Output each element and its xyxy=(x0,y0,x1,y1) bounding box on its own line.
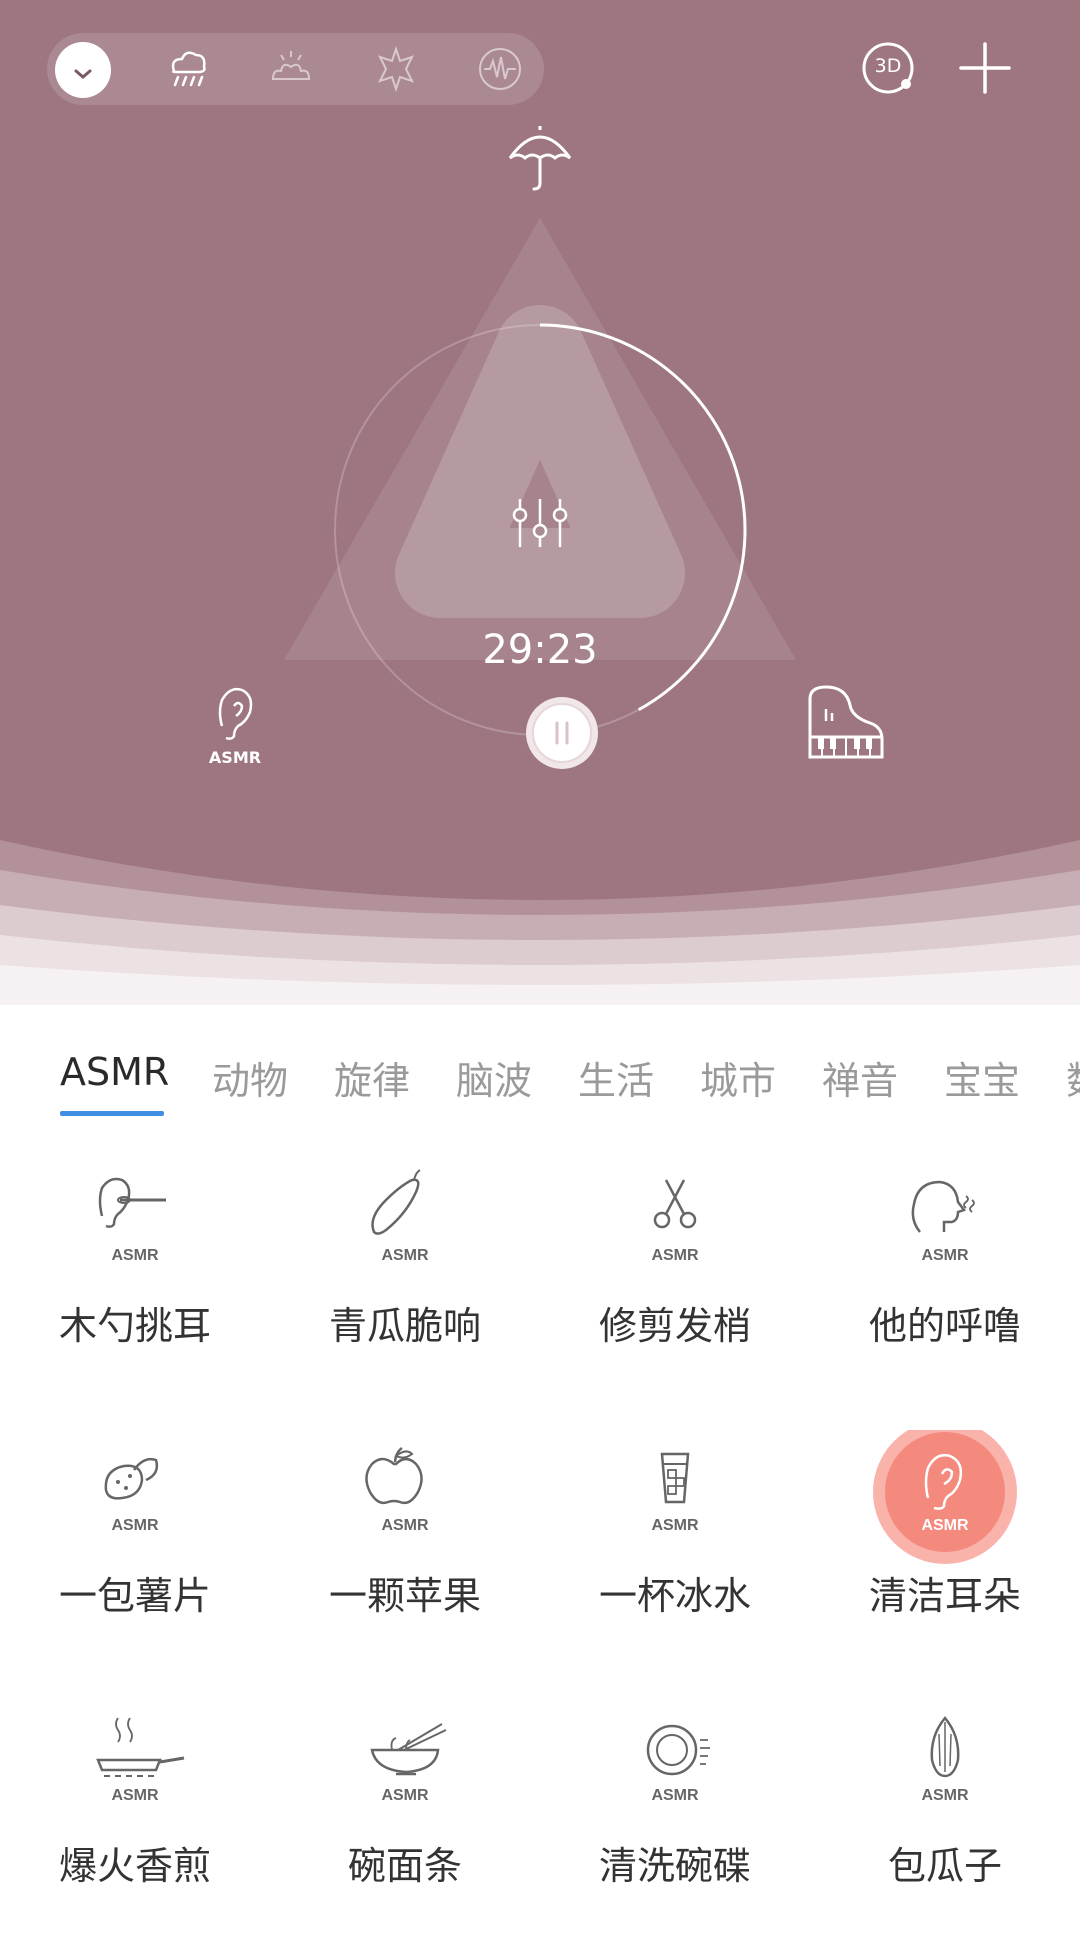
piano-icon[interactable] xyxy=(806,683,886,763)
scissors-icon: ASMR xyxy=(600,1160,750,1310)
sound-label: 清洁耳朵 xyxy=(868,1574,1021,1618)
tab-active-indicator xyxy=(60,1111,164,1116)
plate-icon: ASMR xyxy=(600,1700,750,1850)
umbrella-icon[interactable] xyxy=(500,120,580,200)
plus-icon[interactable] xyxy=(955,38,1015,98)
sound-item[interactable]: ASMR 他的呼噜 xyxy=(810,1160,1080,1420)
asmr-tag: ASMR xyxy=(921,1517,969,1534)
potato-chips-icon: ASMR xyxy=(60,1430,210,1580)
sound-label: 爆火香煎 xyxy=(58,1844,211,1888)
sunflower-seed-icon: ASMR xyxy=(870,1700,1020,1850)
sound-item[interactable]: ASMR 清洗碗碟 xyxy=(540,1700,810,1960)
snoring-head-icon: ASMR xyxy=(870,1160,1020,1310)
tab-2[interactable]: 旋律 xyxy=(334,1050,410,1105)
asmr-tag: ASMR xyxy=(651,1787,699,1804)
asmr-tag: ASMR xyxy=(651,1517,699,1534)
mode-selector xyxy=(47,33,544,105)
ice-water-icon: ASMR xyxy=(600,1430,750,1580)
tab-0[interactable]: ASMR xyxy=(60,1050,169,1094)
sound-item[interactable]: ASMR 一杯冰水 xyxy=(540,1430,810,1690)
tab-5[interactable]: 城市 xyxy=(700,1050,776,1105)
sound-label: 他的呼噜 xyxy=(868,1304,1021,1348)
sound-slot-left[interactable]: ASMR xyxy=(200,682,270,772)
asmr-tag: ASMR xyxy=(381,1787,429,1804)
3d-audio-button[interactable]: 3D xyxy=(858,38,918,98)
asmr-tag: ASMR xyxy=(111,1247,159,1264)
chevron-down-icon[interactable] xyxy=(53,39,113,99)
sound-item[interactable]: ASMR 一颗苹果 xyxy=(270,1430,540,1690)
sound-label: 一杯冰水 xyxy=(598,1574,751,1618)
asmr-tag: ASMR xyxy=(921,1787,969,1804)
asmr-tag: ASMR xyxy=(651,1247,699,1264)
sound-label: 一颗苹果 xyxy=(328,1574,481,1618)
player-hero: 3D 29:23 ASMR xyxy=(0,0,1080,1015)
noodle-bowl-icon: ASMR xyxy=(330,1700,480,1850)
asmr-tag: ASMR xyxy=(111,1517,159,1534)
sound-item[interactable]: ASMR 碗面条 xyxy=(270,1700,540,1960)
category-tabs: ASMR 动物旋律脑波生活城市禅音宝宝数 xyxy=(0,1040,1080,1120)
ear-icon: ASMR xyxy=(870,1430,1020,1580)
sound-label: 木勺挑耳 xyxy=(58,1304,211,1348)
rain-cloud-icon[interactable] xyxy=(158,39,218,99)
asmr-tag: ASMR xyxy=(208,748,262,767)
tab-8[interactable]: 数 xyxy=(1066,1050,1080,1105)
sound-item[interactable]: ASMR 清洁耳朵 xyxy=(810,1430,1080,1690)
sound-label: 清洗碗碟 xyxy=(598,1844,751,1888)
3d-label: 3D xyxy=(874,55,902,77)
sound-label: 碗面条 xyxy=(347,1844,462,1888)
asmr-tag: ASMR xyxy=(111,1787,159,1804)
sound-item[interactable]: ASMR 青瓜脆响 xyxy=(270,1160,540,1420)
asmr-tag: ASMR xyxy=(921,1247,969,1264)
sound-item[interactable]: ASMR 包瓜子 xyxy=(810,1700,1080,1960)
sound-label: 青瓜脆响 xyxy=(328,1304,481,1348)
sound-item[interactable]: ASMR 爆火香煎 xyxy=(0,1700,270,1960)
sound-item[interactable]: ASMR 木勺挑耳 xyxy=(0,1160,270,1420)
sound-item[interactable]: ASMR 一包薯片 xyxy=(0,1430,270,1690)
ear-icon xyxy=(218,687,253,740)
sunrise-icon[interactable] xyxy=(261,39,321,99)
cucumber-icon: ASMR xyxy=(330,1160,480,1310)
tab-4[interactable]: 生活 xyxy=(578,1050,654,1105)
sound-label: 包瓜子 xyxy=(887,1844,1002,1888)
asmr-tag: ASMR xyxy=(381,1517,429,1534)
tab-3[interactable]: 脑波 xyxy=(456,1050,532,1105)
apple-icon: ASMR xyxy=(330,1430,480,1580)
mixer-icon[interactable] xyxy=(508,495,572,551)
timer-text: 29:23 xyxy=(482,627,598,673)
tab-1[interactable]: 动物 xyxy=(212,1050,288,1105)
sun-icon[interactable] xyxy=(366,39,426,99)
sound-item[interactable]: ASMR 修剪发梢 xyxy=(540,1160,810,1420)
tab-6[interactable]: 禅音 xyxy=(822,1050,898,1105)
tab-7[interactable]: 宝宝 xyxy=(944,1050,1020,1105)
sound-label: 修剪发梢 xyxy=(598,1304,751,1348)
sound-label: 一包薯片 xyxy=(58,1574,211,1618)
brainwave-icon[interactable] xyxy=(470,39,530,99)
asmr-tag: ASMR xyxy=(381,1247,429,1264)
ear-pick-icon: ASMR xyxy=(60,1160,210,1310)
pause-button[interactable] xyxy=(524,695,600,771)
frying-pan-icon: ASMR xyxy=(60,1700,210,1850)
